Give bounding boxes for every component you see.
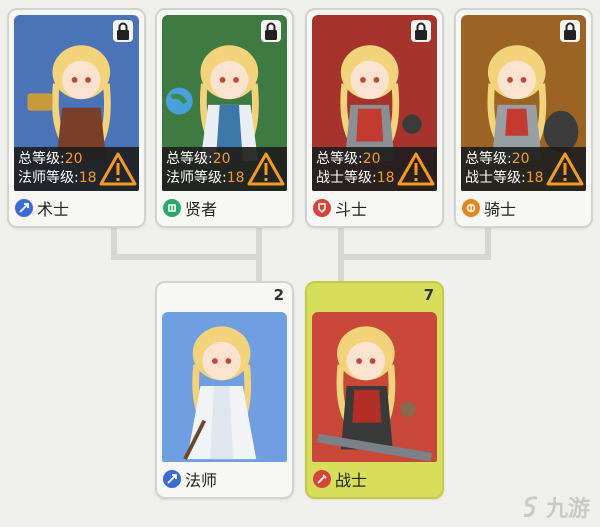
warning-icon: [546, 152, 584, 186]
unit-count: 2: [273, 286, 284, 304]
class-level-label: 战士等级:: [465, 170, 526, 186]
total-level-value: 20: [212, 151, 231, 167]
class-name: 战士: [335, 471, 368, 490]
character-portrait: 总等级:20 法师等级:18: [14, 15, 139, 191]
class-name: 法师: [185, 471, 218, 490]
character-illustration: [183, 326, 257, 460]
class-level-value: 18: [376, 170, 395, 186]
warning-icon: [247, 152, 285, 186]
tree-line: [338, 254, 344, 284]
total-level-label: 总等级:: [18, 151, 65, 167]
tree-line: [111, 254, 262, 260]
class-name: 斗士: [335, 200, 368, 219]
total-level-label: 总等级:: [465, 151, 512, 167]
character-portrait: 总等级:20 战士等级:18: [312, 15, 437, 191]
warning-icon: [397, 152, 435, 186]
level-requirements: 总等级:20 战士等级:18: [312, 147, 437, 191]
watermark-logo: 九游: [521, 491, 590, 523]
lock-icon: [411, 20, 431, 42]
lock-icon: [261, 20, 281, 42]
warning-icon: [99, 152, 137, 186]
character-portrait: [312, 312, 437, 462]
class-card-warlock[interactable]: 总等级:20 法师等级:18 术士: [7, 8, 146, 228]
tree-line: [256, 254, 262, 284]
level-requirements: 总等级:20 战士等级:18: [461, 147, 586, 191]
class-level-label: 法师等级:: [166, 170, 227, 186]
class-card-warrior[interactable]: 7 战士: [305, 281, 444, 499]
watermark-icon: [523, 496, 538, 517]
total-level-value: 20: [64, 151, 83, 167]
class-name: 贤者: [185, 200, 218, 219]
class-level-value: 18: [525, 170, 544, 186]
class-name: 骑士: [484, 200, 517, 219]
class-level-value: 18: [226, 170, 245, 186]
class-card-fighter[interactable]: 总等级:20 战士等级:18 斗士: [305, 8, 444, 228]
mage-class-icon: [163, 470, 181, 488]
character-portrait: 总等级:20 战士等级:18: [461, 15, 586, 191]
class-level-value: 18: [78, 170, 97, 186]
character-portrait: [162, 312, 287, 462]
unit-count: 7: [423, 286, 434, 304]
tree-line: [338, 254, 491, 260]
lock-icon: [560, 20, 580, 42]
class-level-label: 战士等级:: [316, 170, 377, 186]
total-level-label: 总等级:: [316, 151, 363, 167]
total-level-value: 20: [511, 151, 530, 167]
total-level-label: 总等级:: [166, 151, 213, 167]
class-level-label: 法师等级:: [18, 170, 79, 186]
fighter-class-icon: [313, 199, 331, 217]
sage-class-icon: [163, 199, 181, 217]
character-illustration: [317, 326, 432, 462]
class-card-knight[interactable]: 总等级:20 战士等级:18 骑士: [454, 8, 593, 228]
level-requirements: 总等级:20 法师等级:18: [162, 147, 287, 191]
knight-class-icon: [462, 199, 480, 217]
lock-icon: [113, 20, 133, 42]
class-card-sage[interactable]: 总等级:20 法师等级:18 贤者: [155, 8, 294, 228]
watermark-text: 九游: [545, 497, 590, 522]
warrior-class-icon: [313, 470, 331, 488]
character-portrait: 总等级:20 法师等级:18: [162, 15, 287, 191]
class-card-mage[interactable]: 2 法师: [155, 281, 294, 499]
class-name: 术士: [37, 200, 70, 219]
mage-class-icon: [15, 199, 33, 217]
level-requirements: 总等级:20 法师等级:18: [14, 147, 139, 191]
total-level-value: 20: [362, 151, 381, 167]
